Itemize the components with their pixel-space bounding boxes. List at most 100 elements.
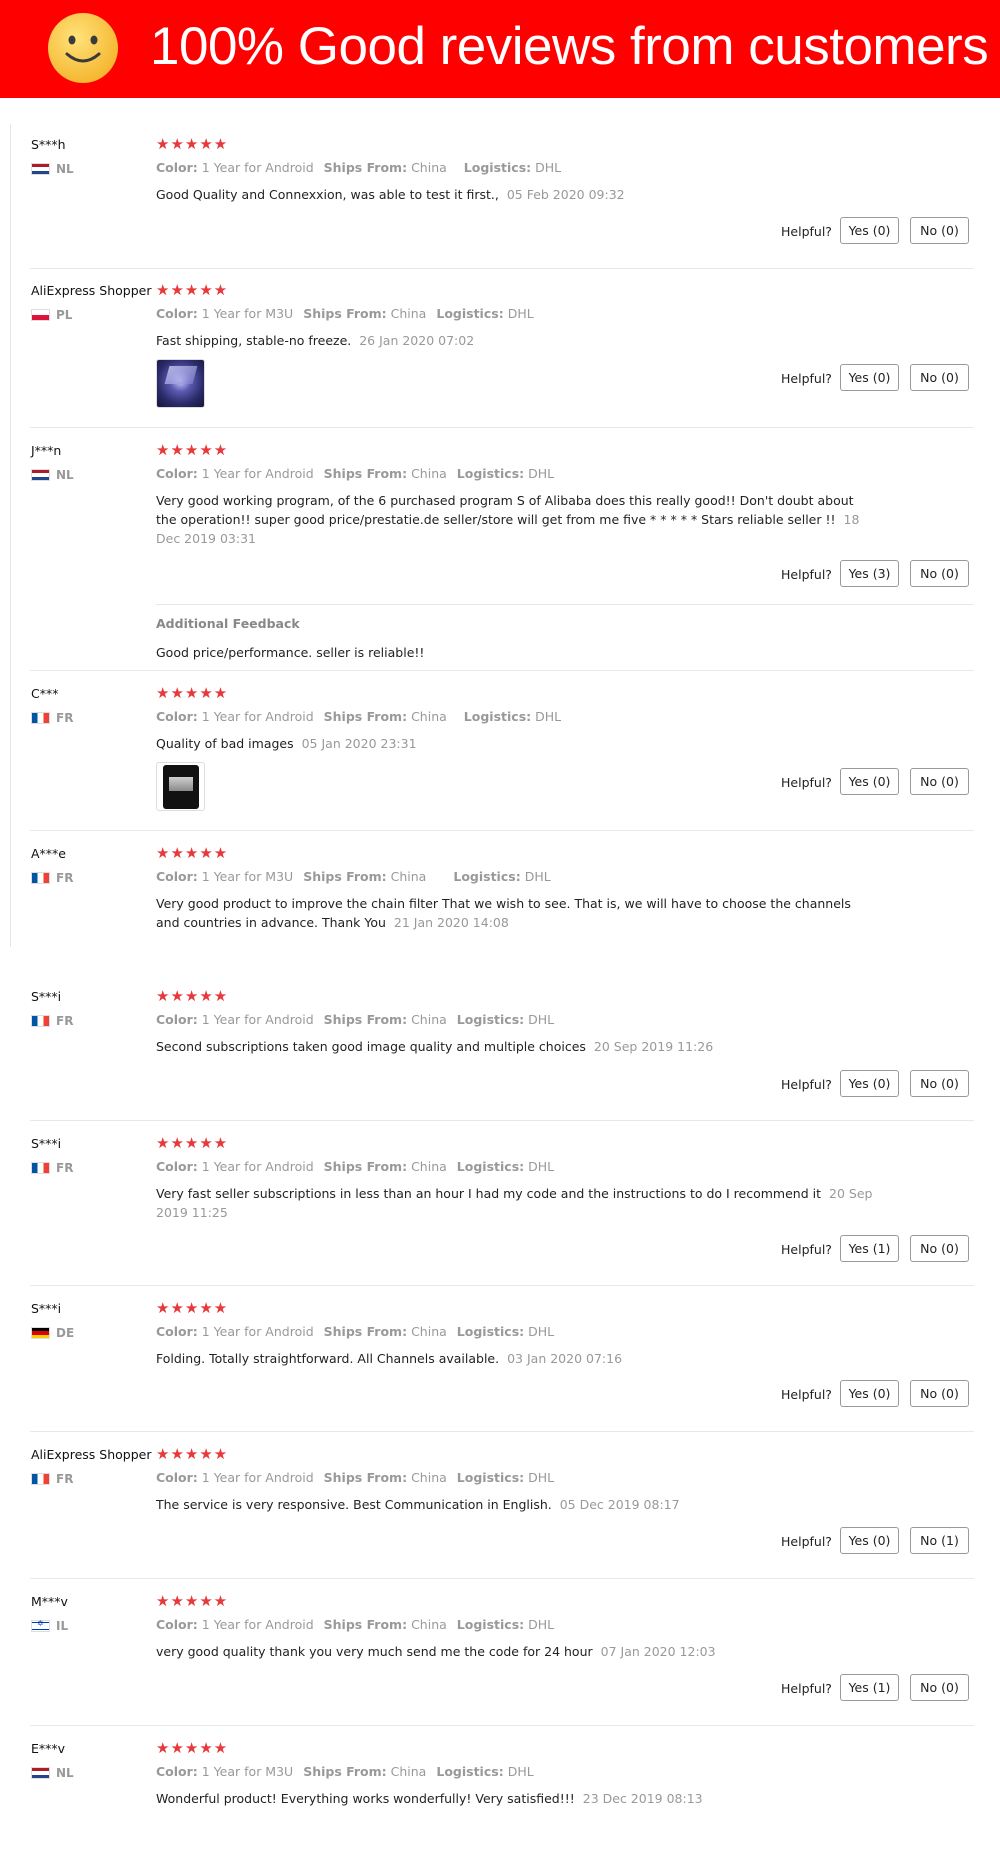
country-code: FR — [56, 1472, 74, 1486]
divider — [30, 1431, 974, 1432]
helpful-label: Helpful? — [781, 1534, 832, 1549]
helpful-yes-button[interactable]: Yes (3) — [840, 560, 899, 587]
ships-from-value: China — [411, 1617, 447, 1632]
helpful-label: Helpful? — [781, 1242, 832, 1257]
rating-stars: ★★★★★ — [156, 684, 229, 702]
helpful-no-button[interactable]: No (0) — [910, 217, 969, 244]
color-value: 1 Year for M3U — [201, 1764, 294, 1779]
color-value: 1 Year for Android — [201, 1324, 314, 1339]
reviewer-name: S***h — [31, 137, 66, 152]
divider — [30, 830, 974, 831]
helpful-label: Helpful? — [781, 224, 832, 239]
helpful-yes-button[interactable]: Yes (0) — [840, 1380, 899, 1407]
ships-from-value: China — [390, 869, 427, 884]
logistics-value: DHL — [507, 306, 534, 321]
rating-stars: ★★★★★ — [156, 987, 229, 1005]
color-value: 1 Year for Android — [201, 160, 314, 175]
review-date: 07 Jan 2020 12:03 — [600, 1644, 716, 1659]
banner-title: 100% Good reviews from customers — [150, 17, 989, 76]
rating-stars: ★★★★★ — [156, 1445, 229, 1463]
color-value: 1 Year for Android — [201, 466, 314, 481]
review-attributes: Color: 1 Year for Android Ships From: Chi… — [156, 709, 562, 724]
helpful-no-button[interactable]: No (1) — [910, 1527, 969, 1554]
ships-from-value: China — [411, 466, 447, 481]
country-code: FR — [56, 871, 74, 885]
country-code: NL — [56, 162, 74, 176]
ships-from-value: China — [390, 306, 427, 321]
rating-stars: ★★★★★ — [156, 281, 229, 299]
il-flag-icon — [31, 1619, 50, 1632]
review-photo-thumbnail[interactable] — [156, 762, 205, 811]
reviewer-name: S***i — [31, 1136, 62, 1151]
review-attributes: Color: 1 Year for Android Ships From: Chi… — [156, 1159, 555, 1174]
review-attributes: Color: 1 Year for M3U Ships From: China Lo… — [156, 306, 534, 321]
divider — [30, 268, 974, 269]
helpful-yes-button[interactable]: Yes (0) — [840, 768, 899, 795]
ships-from-value: China — [411, 1012, 447, 1027]
review-date: 05 Jan 2020 23:31 — [301, 736, 417, 751]
ships-from-value: China — [411, 1470, 447, 1485]
ships-from-value: China — [411, 1324, 447, 1339]
logistics-value: DHL — [528, 1012, 555, 1027]
helpful-yes-button[interactable]: Yes (0) — [840, 1527, 899, 1554]
nl-flag-icon — [31, 1767, 50, 1779]
reviewer-name: S***i — [31, 989, 62, 1004]
review-photo-thumbnail[interactable] — [156, 359, 205, 408]
helpful-label: Helpful? — [781, 1681, 832, 1696]
helpful-no-button[interactable]: No (0) — [910, 1380, 969, 1407]
review-text: Very good product to improve the chain f… — [156, 896, 851, 930]
rating-stars: ★★★★★ — [156, 1299, 229, 1317]
review-text: Fast shipping, stable-no freeze. 26 Jan … — [156, 333, 475, 348]
helpful-yes-button[interactable]: Yes (0) — [840, 364, 899, 391]
reviewer-country: FR — [31, 1014, 73, 1028]
helpful-no-button[interactable]: No (0) — [910, 1070, 969, 1097]
left-border — [10, 124, 11, 947]
reviewer-name: S***i — [31, 1301, 62, 1316]
color-value: 1 Year for M3U — [201, 869, 294, 884]
additional-feedback-text: Good price/performance. seller is reliab… — [156, 645, 425, 660]
country-code: FR — [56, 1014, 74, 1028]
color-value: 1 Year for Android — [201, 1617, 314, 1632]
nl-flag-icon — [31, 163, 50, 175]
fr-flag-icon — [31, 1015, 50, 1027]
fr-flag-icon — [31, 712, 50, 724]
reviewer-country: NL — [31, 468, 74, 482]
reviewer-name: C*** — [31, 686, 59, 701]
helpful-yes-button[interactable]: Yes (1) — [840, 1235, 899, 1262]
reviewer-name: A***e — [31, 846, 66, 861]
additional-feedback-title: Additional Feedback — [156, 616, 300, 631]
reviewer-country: FR — [31, 1161, 73, 1175]
country-code: NL — [56, 1766, 74, 1780]
helpful-no-button[interactable]: No (0) — [910, 1235, 969, 1262]
helpful-no-button[interactable]: No (0) — [910, 768, 969, 795]
review-date: 21 Jan 2020 14:08 — [393, 915, 509, 930]
color-value: 1 Year for Android — [201, 709, 314, 724]
color-value: 1 Year for M3U — [201, 306, 294, 321]
review-attributes: Color: 1 Year for Android Ships From: Chi… — [156, 1617, 555, 1632]
divider — [30, 427, 974, 428]
fr-flag-icon — [31, 1473, 50, 1485]
helpful-no-button[interactable]: No (0) — [910, 560, 969, 587]
review-text: Very good working program, of the 6 purc… — [156, 493, 860, 546]
helpful-yes-button[interactable]: Yes (0) — [840, 1070, 899, 1097]
helpful-yes-button[interactable]: Yes (1) — [840, 1674, 899, 1701]
review-attributes: Color: 1 Year for Android Ships From: Chi… — [156, 1324, 555, 1339]
banner: 100% Good reviews from customers — [0, 0, 1000, 98]
review-date: 03 Jan 2020 07:16 — [507, 1351, 623, 1366]
divider — [30, 1725, 974, 1726]
reviewer-country: FR — [31, 711, 73, 725]
review-text: Folding. Totally straightforward. All Ch… — [156, 1351, 623, 1366]
helpful-no-button[interactable]: No (0) — [910, 364, 969, 391]
country-code: DE — [56, 1326, 75, 1340]
reviewer-name: J***n — [31, 443, 62, 458]
country-code: IL — [56, 1619, 69, 1633]
rating-stars: ★★★★★ — [156, 1739, 229, 1757]
nl-flag-icon — [31, 469, 50, 481]
rating-stars: ★★★★★ — [156, 1134, 229, 1152]
logistics-value: DHL — [535, 709, 562, 724]
helpful-no-button[interactable]: No (0) — [910, 1674, 969, 1701]
divider — [30, 1578, 974, 1579]
reviewer-country: DE — [31, 1326, 74, 1340]
helpful-yes-button[interactable]: Yes (0) — [840, 217, 899, 244]
smiley-icon — [48, 13, 118, 83]
